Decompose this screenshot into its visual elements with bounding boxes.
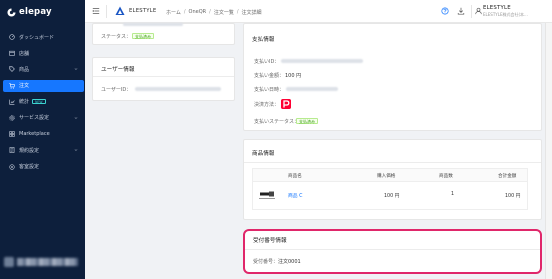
- order-status-card: ステータス： 支払済み: [92, 23, 235, 45]
- sidebar-item-service-settings[interactable]: サービス設定: [3, 112, 84, 124]
- column-header-price: 購入価格: [377, 174, 396, 179]
- sidebar-item-label: ダッシュボード: [19, 34, 55, 41]
- sidebar-item-marketplace[interactable]: Marketplace: [3, 128, 84, 140]
- room-settings-icon: [9, 163, 15, 170]
- logo[interactable]: elepay: [7, 6, 52, 18]
- sidebar-item-label: 統計: [19, 99, 30, 106]
- store-icon: [9, 51, 15, 56]
- breadcrumb-separator: /: [236, 9, 239, 15]
- topbar-divider: [471, 5, 472, 18]
- chevron-down-icon: [74, 68, 78, 71]
- sidebar-item-orders[interactable]: 注文: [3, 79, 84, 92]
- blurred-payment-id: [281, 59, 363, 63]
- breadcrumb-separator: /: [209, 9, 211, 15]
- sidebar-item-products[interactable]: 商品: [3, 63, 84, 75]
- payment-amount-label: 支払い金額：: [254, 73, 285, 79]
- page-scrollbar[interactable]: [545, 23, 552, 279]
- blurred-payment-date: [286, 87, 338, 91]
- sidebar-item-label: 規約設定: [19, 147, 40, 154]
- topbar: ELESTYLE ホーム / OneQR / 注文一覧 / 注文詳細 ELEST…: [85, 0, 552, 23]
- elepay-logo-icon: [7, 7, 16, 17]
- sidebar-item-label: サービス設定: [19, 115, 50, 122]
- product-total: 100 円: [505, 194, 521, 199]
- help-icon[interactable]: [441, 7, 449, 15]
- payment-amount-value: 100 円: [285, 73, 302, 79]
- sidebar-item-label: Marketplace: [19, 131, 50, 138]
- product-price: 100 円: [384, 194, 400, 199]
- product-info-title: 商品情報: [252, 151, 275, 157]
- status-label: ステータス：: [101, 34, 132, 40]
- chevron-down-icon: [74, 117, 78, 119]
- user-id-label: ユーザーID：: [101, 87, 132, 93]
- sidebar-nav: ダッシュボード 店舗 商品 注文 統計 NEW サービス設定 Marketpla…: [3, 31, 84, 177]
- blurred-avatar: [4, 256, 14, 267]
- product-name-link[interactable]: 商品 C: [288, 192, 302, 199]
- stats-icon: [9, 99, 15, 105]
- column-header-name: 商品名: [288, 174, 302, 179]
- blurred-account-name: [17, 257, 78, 266]
- sidebar-item-label: 商品: [19, 66, 30, 73]
- logo-text: elepay: [19, 7, 52, 17]
- sidebar-item-store[interactable]: 店舗: [3, 47, 84, 59]
- tenant-logo-icon: [115, 6, 125, 15]
- paypay-logo-icon: [281, 99, 291, 109]
- sidebar-item-label: 注文: [19, 83, 30, 90]
- blurred-value: [123, 23, 183, 26]
- payment-status-badge: 支払済み: [296, 117, 318, 124]
- user-info-card: ユーザー情報 ユーザーID：: [92, 57, 235, 101]
- download-icon[interactable]: [457, 7, 465, 15]
- marketplace-icon: [9, 131, 15, 137]
- menu-toggle-icon[interactable]: [92, 7, 100, 15]
- user-company: ELESTYLE株式会社(本...: [483, 12, 528, 17]
- column-header-total: 合計金額: [498, 174, 517, 179]
- sidebar-item-label: 店舗: [19, 50, 30, 57]
- blurred-account-info[interactable]: [4, 254, 78, 269]
- tenant-selector[interactable]: ELESTYLE: [115, 6, 156, 16]
- service-settings-icon: [9, 115, 15, 121]
- payment-date-label: 支払い日時：: [254, 87, 285, 93]
- user-info-title: ユーザー情報: [101, 67, 135, 73]
- user-name[interactable]: ELESTYLE: [483, 5, 511, 11]
- breadcrumb-order-detail: 注文詳細: [241, 10, 262, 16]
- payment-method-label: 決済方法：: [254, 102, 280, 108]
- dashboard-icon: [9, 34, 15, 40]
- sidebar-item-label: 客室設定: [19, 164, 40, 170]
- topbar-divider: [106, 5, 107, 18]
- breadcrumb-separator: /: [183, 9, 186, 15]
- highlight-annotation: [243, 229, 542, 274]
- product-thumbnail: [258, 187, 276, 201]
- blurred-user-id: [135, 87, 221, 91]
- sidebar-item-dashboard[interactable]: ダッシュボード: [3, 31, 84, 43]
- breadcrumb: ホーム / OneQR / 注文一覧 / 注文詳細: [166, 9, 262, 16]
- sidebar: elepay ダッシュボード 店舗 商品 注文 統計 NEW サービス設定 Ma…: [0, 0, 85, 279]
- breadcrumb-home[interactable]: ホーム: [166, 9, 181, 16]
- card-divider: [93, 76, 234, 77]
- payment-status-label: 支払いステータス：: [254, 119, 300, 125]
- status-badge: 支払済み: [132, 32, 154, 39]
- breadcrumb-oneqr[interactable]: OneQR: [189, 9, 207, 16]
- new-badge: NEW: [32, 99, 46, 105]
- sidebar-item-room-settings[interactable]: 客室設定: [3, 161, 84, 173]
- sidebar-item-stats[interactable]: 統計 NEW: [3, 96, 84, 108]
- cart-icon: [9, 82, 15, 89]
- breadcrumb-order-list[interactable]: 注文一覧: [214, 9, 234, 16]
- payment-info-card: 支払情報 支払いID： 支払い金額： 100 円 支払い日時： 決済方法： 支払…: [243, 23, 542, 131]
- sidebar-item-terms-settings[interactable]: 規約設定: [3, 144, 84, 156]
- terms-icon: [9, 147, 15, 154]
- payment-info-title: 支払情報: [252, 37, 275, 43]
- tag-icon: [9, 66, 15, 73]
- payment-id-label: 支払いID：: [254, 59, 280, 65]
- column-header-quantity: 商品数: [439, 174, 453, 179]
- user-icon[interactable]: [475, 7, 482, 15]
- product-quantity: 1: [451, 192, 455, 197]
- tenant-name: ELESTYLE: [129, 8, 157, 14]
- card-divider: [244, 162, 541, 163]
- chevron-down-icon: [74, 149, 78, 152]
